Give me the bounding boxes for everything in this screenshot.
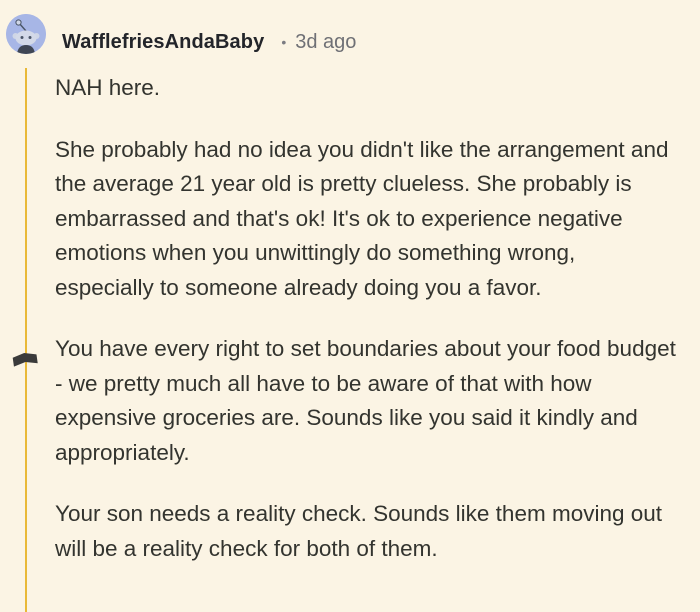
separator-dot: •: [281, 34, 287, 50]
comment-header: WafflefriesAndaBaby • 3d ago: [62, 28, 356, 56]
comment-paragraph: Your son needs a reality check. Sounds l…: [55, 501, 663, 561]
comment-paragraph: You have every right to set boundaries a…: [55, 336, 676, 465]
snoo-avatar-icon: [6, 14, 46, 54]
thread-line[interactable]: [25, 68, 27, 612]
comment-body: NAH here. She probably had no idea you d…: [55, 71, 680, 566]
user-avatar[interactable]: [6, 14, 46, 54]
username[interactable]: WafflefriesAndaBaby: [62, 31, 264, 54]
comment-paragraph: She probably had no idea you didn't like…: [55, 136, 669, 300]
timestamp: 3d ago: [295, 30, 357, 53]
comment: WafflefriesAndaBaby • 3d ago NAH here. S…: [0, 0, 700, 612]
collapse-thread-icon[interactable]: [10, 351, 40, 371]
comment-paragraph: NAH here.: [55, 75, 161, 100]
